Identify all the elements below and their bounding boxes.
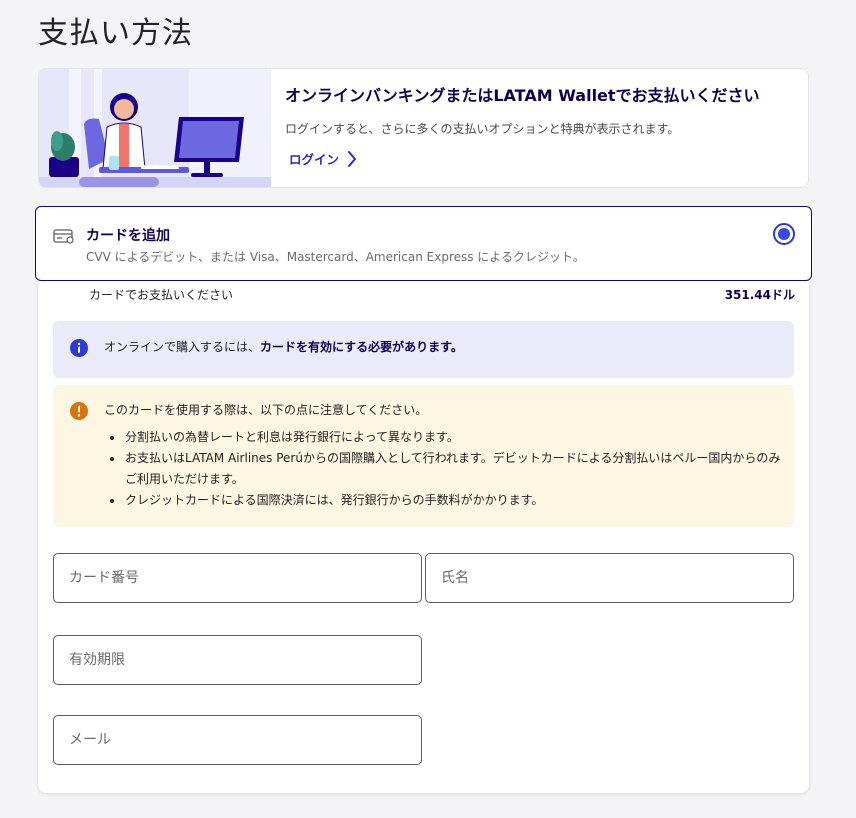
page-title: 支払い方法	[38, 16, 193, 51]
name-field[interactable]	[425, 553, 794, 603]
expiry-field[interactable]	[53, 635, 422, 685]
add-card-title: カードを追加	[86, 228, 170, 244]
expiry-input[interactable]	[54, 636, 421, 684]
login-label: ログイン	[289, 152, 340, 167]
name-input[interactable]	[426, 554, 793, 602]
warning-notice: このカードを使用する際は、以下の点に注意してください。 分割払いの為替レートと利…	[53, 385, 794, 527]
banner-title: オンラインバンキングまたはLATAM Walletでお支払いください	[285, 86, 760, 105]
pay-by-card-label: カードでお支払いください	[89, 288, 234, 302]
online-banking-banner: オンラインバンキングまたはLATAM Walletでお支払いください ログインす…	[38, 68, 809, 188]
list-item: 分割払いの為替レートと利息は発行銀行によって異なります。	[110, 427, 785, 448]
card-payment-panel: カードでお支払いください 351.44ドル オンラインで購入するには、カードを有…	[38, 281, 809, 793]
payment-amount: 351.44ドル	[724, 288, 795, 302]
warning-icon	[70, 402, 88, 420]
email-input[interactable]	[54, 716, 421, 764]
card-number-input[interactable]	[54, 554, 421, 602]
chevron-right-icon	[348, 150, 357, 167]
list-item: お支払いはLATAM Airlines Perúからの国際購入として行われます。…	[110, 448, 785, 490]
card-number-field[interactable]	[53, 553, 422, 603]
credit-card-icon	[53, 229, 74, 244]
add-card-radio[interactable]	[773, 223, 795, 245]
info-text-bold: カードを有効にする必要があります。	[260, 340, 463, 354]
info-notice: オンラインで購入するには、カードを有効にする必要があります。	[53, 321, 794, 378]
banner-subtitle: ログインすると、さらに多くの支払いオプションと特典が表示されます。	[285, 122, 680, 136]
info-text-plain: オンラインで購入するには、	[104, 340, 261, 354]
info-icon	[70, 339, 88, 357]
warning-list: 分割払いの為替レートと利息は発行銀行によって異なります。 お支払いはLATAM …	[110, 427, 785, 511]
login-link[interactable]: ログイン	[289, 149, 796, 168]
add-card-option[interactable]: カードを追加 CVV によるデビット、または Visa、Mastercard、A…	[35, 206, 812, 281]
list-item: クレジットカードによる国際決済には、発行銀行からの手数料がかかります。	[110, 490, 785, 511]
banner-illustration	[39, 69, 271, 187]
warning-title: このカードを使用する際は、以下の点に注意してください。	[104, 403, 428, 417]
add-card-subtitle: CVV によるデビット、または Visa、Mastercard、American…	[86, 250, 585, 264]
info-text: オンラインで購入するには、カードを有効にする必要があります。	[104, 338, 463, 355]
email-field[interactable]	[53, 715, 422, 765]
